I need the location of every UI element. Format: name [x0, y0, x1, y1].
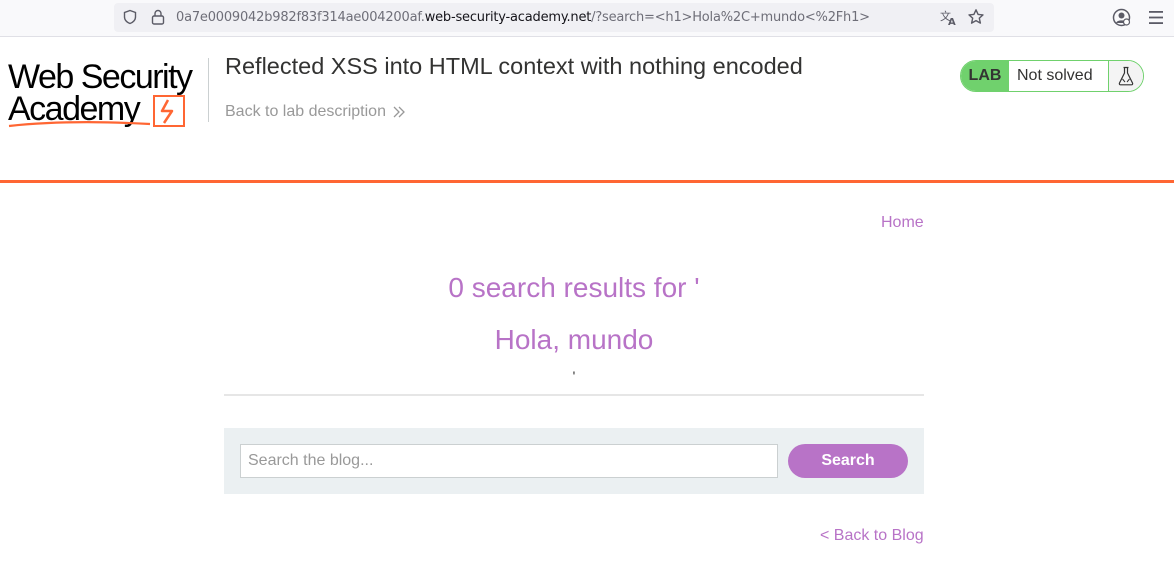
search-input[interactable] — [240, 444, 778, 478]
lab-status-widget: LAB Not solved — [960, 60, 1144, 92]
back-to-lab-description-link[interactable]: Back to lab description — [225, 103, 406, 121]
home-link[interactable]: Home — [881, 214, 924, 232]
svg-text:A: A — [948, 17, 956, 26]
search-button[interactable]: Search — [788, 444, 908, 478]
lock-icon[interactable] — [151, 9, 165, 25]
menu-icon[interactable] — [1148, 8, 1164, 27]
double-chevron-right-icon — [393, 106, 405, 118]
search-form: Search — [224, 428, 924, 494]
web-security-academy-logo[interactable]: Web Security Academy — [6, 56, 206, 130]
results-divider — [224, 394, 924, 396]
back-to-blog-link[interactable]: < Back to Blog — [820, 527, 924, 545]
star-icon[interactable] — [967, 8, 985, 26]
search-results-heading: 0 search results for ' — [448, 272, 700, 303]
browser-toolbar: 0a7e0009042b982f83f314ae004200af.web-sec… — [0, 0, 1174, 37]
account-icon[interactable] — [1112, 8, 1131, 27]
url-domain: web-security-academy.net — [424, 10, 592, 25]
url-prefix: 0a7e0009042b982f83f314ae004200af. — [176, 10, 425, 25]
lab-title: Reflected XSS into HTML context with not… — [225, 53, 803, 79]
closing-quote: ' — [572, 368, 576, 384]
flask-button[interactable] — [1108, 61, 1143, 91]
flask-icon — [1118, 66, 1134, 86]
logo-divider — [208, 58, 209, 122]
shield-icon[interactable] — [122, 9, 138, 25]
reflected-search-term: Hola, mundo — [494, 324, 654, 355]
lab-header: Web Security Academy Reflected XSS into … — [0, 38, 1174, 181]
back-to-lab-description-label: Back to lab description — [225, 103, 386, 120]
url-suffix: /?search=<h1>Hola%2C+mundo<%2Fh1> — [591, 10, 870, 25]
lab-badge: LAB — [961, 61, 1009, 91]
header-divider — [0, 180, 1174, 183]
lab-status-text: Not solved — [1017, 67, 1093, 84]
translate-icon[interactable]: 文 A — [940, 9, 958, 26]
url-text[interactable]: 0a7e0009042b982f83f314ae004200af.web-sec… — [176, 10, 870, 25]
address-bar[interactable]: 0a7e0009042b982f83f314ae004200af.web-sec… — [114, 3, 994, 32]
